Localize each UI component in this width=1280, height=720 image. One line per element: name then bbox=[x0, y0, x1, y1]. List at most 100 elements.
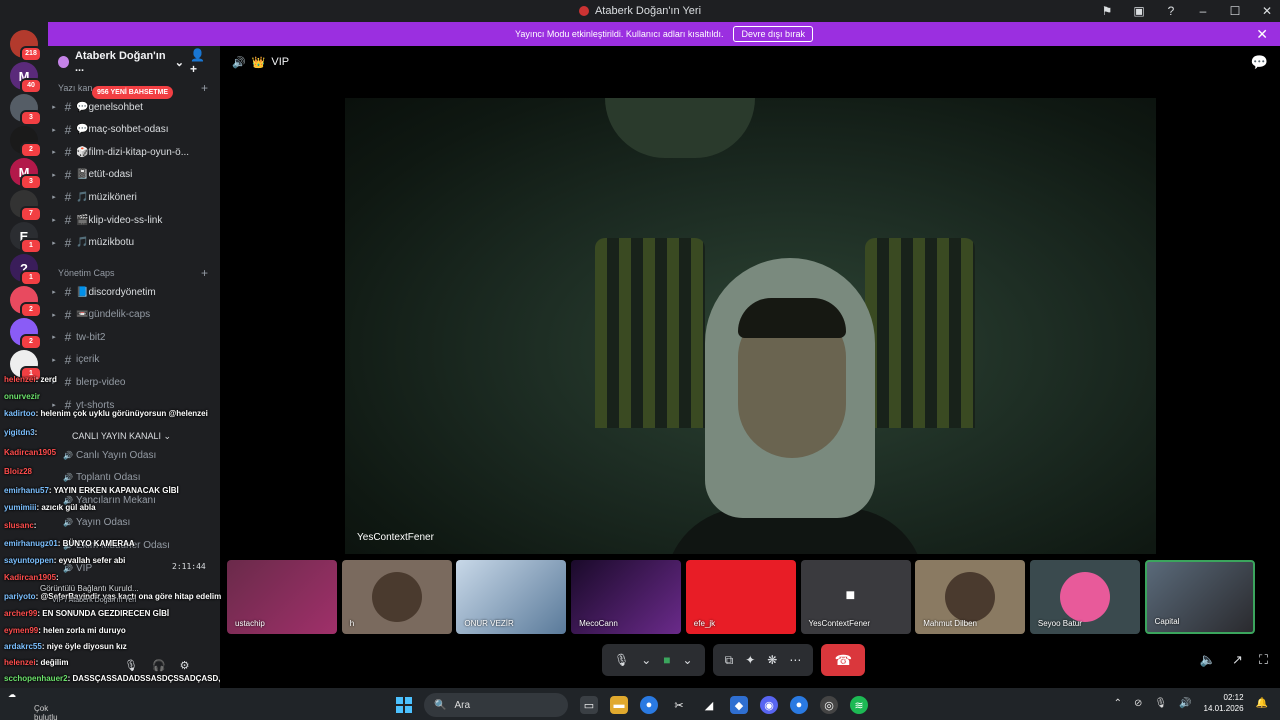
chrome-icon[interactable]: ● bbox=[640, 696, 658, 714]
participant-tile[interactable]: h bbox=[341, 560, 452, 634]
start-button[interactable] bbox=[396, 697, 412, 713]
voice-channel-item[interactable]: 🔊 Yancıların Mekanı bbox=[60, 490, 232, 510]
collapse-arrow-icon: ▸ bbox=[52, 194, 56, 202]
server-icon[interactable]: 2 bbox=[10, 286, 42, 318]
app-icon[interactable]: ◢ bbox=[700, 696, 718, 714]
voice-channel-item[interactable]: 🔊 Toplantı Odası bbox=[60, 468, 232, 488]
channel-name: yt-shorts bbox=[76, 399, 115, 411]
participant-tile[interactable]: MecoCann bbox=[571, 560, 682, 634]
taskbar-search[interactable]: 🔍 Ara bbox=[424, 693, 568, 717]
participant-tile[interactable]: ustachip bbox=[227, 560, 337, 634]
weather-widget[interactable]: ☁ Çok bulutlu bbox=[8, 690, 58, 720]
channel-item[interactable]: ▸ # yt-shorts bbox=[48, 395, 220, 415]
participant-tile[interactable]: ■ YesContextFener bbox=[800, 560, 911, 634]
add-channel-icon[interactable]: + bbox=[201, 81, 208, 95]
server-icon[interactable]: ? 1 bbox=[10, 254, 42, 286]
maximize-button[interactable]: ☐ bbox=[1228, 4, 1242, 18]
activity-controls: ⧉ ✦ ❋ ⋯ bbox=[712, 644, 814, 676]
popout-icon[interactable]: ↗ bbox=[1232, 652, 1243, 668]
activities-icon[interactable]: ✦ bbox=[745, 653, 755, 667]
channel-item[interactable]: ▸ # blerp-video bbox=[48, 372, 220, 392]
close-window-button[interactable]: ✕ bbox=[1260, 4, 1274, 18]
unread-badge: 2 bbox=[20, 142, 42, 158]
mic-icon[interactable]: 🎙 bbox=[1154, 698, 1167, 709]
category-admin[interactable]: Yönetim Caps + bbox=[58, 266, 208, 280]
channel-item[interactable]: ▸ # 📼 gündelik-caps bbox=[48, 305, 220, 325]
server-icon[interactable]: M 40 bbox=[10, 62, 42, 94]
participant-tile[interactable]: ONUR VEZİR bbox=[456, 560, 567, 634]
server-icon[interactable]: M3 bbox=[10, 158, 42, 190]
headphones-icon[interactable]: 🎧 bbox=[152, 659, 166, 672]
category-live[interactable]: CANLI YAYIN KANALI ⌄ bbox=[72, 431, 222, 442]
participant-tile[interactable]: Seyoo Batur bbox=[1029, 560, 1140, 634]
camera-icon[interactable]: ■ bbox=[663, 653, 670, 667]
server-icon[interactable]: 218 bbox=[10, 30, 42, 62]
screen-share-icon[interactable]: ⧉ bbox=[725, 653, 734, 668]
volume-icon[interactable]: 🔈 bbox=[1200, 652, 1216, 668]
hash-icon: # bbox=[64, 213, 72, 227]
discord-icon[interactable]: ◉ bbox=[760, 696, 778, 714]
notifications-icon[interactable]: 🔔 bbox=[1256, 698, 1268, 709]
help-icon[interactable]: ? bbox=[1164, 4, 1178, 18]
channel-item[interactable]: ▸ # içerik bbox=[48, 350, 220, 370]
media-controls: 🎙 ⌄ ■ ⌄ bbox=[602, 644, 705, 676]
volume-icon[interactable]: 🔊 bbox=[1179, 698, 1191, 709]
invite-icon[interactable]: 👤+ bbox=[190, 48, 210, 76]
disconnect-button[interactable]: ☎ bbox=[821, 644, 866, 676]
clock[interactable]: 02:12 14.01.2026 bbox=[1204, 692, 1244, 714]
channel-item[interactable]: ▸ # 🎲 film-dizi-kitap-oyun-ö... bbox=[48, 142, 220, 162]
soundboard-icon[interactable]: ❋ bbox=[767, 653, 777, 667]
disable-streamer-mode-button[interactable]: Devre dışı bırak bbox=[733, 26, 813, 42]
voice-channel-item[interactable]: 🔊 VIP bbox=[60, 558, 232, 578]
participant-tile[interactable]: efe_jk bbox=[685, 560, 796, 634]
inbox-icon[interactable]: ▣ bbox=[1132, 4, 1146, 18]
channel-item[interactable]: ▸ # 🎵 müzikbotu bbox=[48, 233, 220, 253]
voice-channel-item[interactable]: 🔊 Ekim Müdürler Odası bbox=[60, 535, 232, 555]
server-icon[interactable]: 1 bbox=[10, 350, 42, 382]
flag-icon[interactable]: ⚑ bbox=[1100, 4, 1114, 18]
file-explorer-icon[interactable]: ▬ bbox=[610, 696, 628, 714]
network-icon[interactable]: ⊘ bbox=[1134, 698, 1142, 709]
add-channel-icon[interactable]: + bbox=[201, 266, 208, 280]
channel-item[interactable]: ▸ # tw-bit2 bbox=[48, 327, 220, 347]
main-video[interactable] bbox=[345, 98, 1156, 554]
more-options-icon[interactable]: ⋯ bbox=[789, 653, 801, 667]
channel-item[interactable]: ▸ # 💬 genelsohbet bbox=[48, 97, 220, 117]
capcut-icon[interactable]: ✂ bbox=[670, 696, 688, 714]
unread-badge: 7 bbox=[20, 206, 42, 222]
chevron-down-icon[interactable]: ⌄ bbox=[641, 653, 651, 667]
participant-tile[interactable]: Capital bbox=[1144, 560, 1255, 634]
microphone-icon[interactable]: 🎙 bbox=[124, 659, 138, 672]
channel-item[interactable]: ▸ # 📓 etüt-odasi bbox=[48, 165, 220, 185]
server-icon[interactable]: 2 bbox=[10, 126, 42, 158]
channel-item[interactable]: ▸ # 📘 discordyönetim bbox=[48, 282, 220, 302]
chat-bubble-icon[interactable]: 💬 bbox=[1251, 54, 1268, 71]
server-icon[interactable]: 7 bbox=[10, 190, 42, 222]
speaker-icon: 🔊 bbox=[63, 473, 73, 483]
chevron-up-icon[interactable]: ⌃ bbox=[1114, 698, 1122, 709]
channel-item[interactable]: ▸ # 💬 maç-sohbet-odası bbox=[48, 120, 220, 140]
spotify-icon[interactable]: ≋ bbox=[850, 696, 868, 714]
server-icon[interactable]: 3 bbox=[10, 94, 42, 126]
close-banner-icon[interactable]: ✕ bbox=[1256, 26, 1268, 43]
app-icon[interactable]: ◎ bbox=[820, 696, 838, 714]
channel-item[interactable]: ▸ # 🎬 klip-video-ss-link bbox=[48, 210, 220, 230]
minimize-button[interactable]: – bbox=[1196, 4, 1210, 18]
channel-name: genelsohbet bbox=[88, 101, 143, 113]
microphone-icon[interactable]: 🎙 bbox=[614, 653, 629, 667]
app-icon[interactable]: ◆ bbox=[730, 696, 748, 714]
background-jersey bbox=[595, 238, 705, 428]
settings-icon[interactable]: ⚙ bbox=[180, 659, 190, 672]
task-view-icon[interactable]: ▭ bbox=[580, 696, 598, 714]
server-icon[interactable]: E1 bbox=[10, 222, 42, 254]
channel-item[interactable]: ▸ # 🎵 müziköneri bbox=[48, 187, 220, 207]
chevron-down-icon[interactable]: ⌄ bbox=[683, 653, 693, 667]
guild-header[interactable]: Ataberk Doğan'ın ... ⌄ 👤+ bbox=[48, 46, 220, 78]
server-icon[interactable]: 2 bbox=[10, 318, 42, 350]
camera-off-icon: ■ bbox=[845, 587, 856, 604]
participant-tile[interactable]: Mahmut Dilben bbox=[915, 560, 1026, 634]
fullscreen-icon[interactable]: ⛶ bbox=[1259, 652, 1268, 668]
voice-channel-item[interactable]: 🔊 Canlı Yayın Odası bbox=[60, 445, 232, 465]
voice-channel-item[interactable]: 🔊 Yayın Odası bbox=[60, 513, 232, 533]
chrome-icon[interactable]: ● bbox=[790, 696, 808, 714]
